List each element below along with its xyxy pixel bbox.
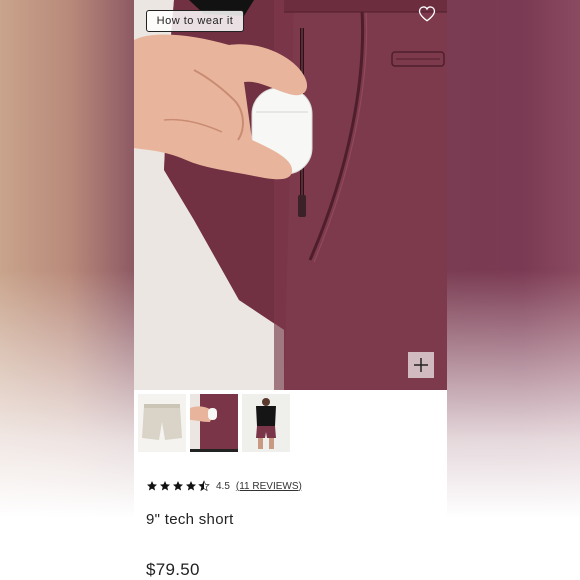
star-rating	[146, 480, 210, 492]
how-to-wear-button[interactable]: How to wear it	[146, 10, 244, 32]
zoom-button[interactable]	[408, 352, 434, 378]
thumbnail-pocket-detail[interactable]	[190, 394, 238, 452]
thumbnail-strip	[138, 394, 290, 456]
thumbnail-stone-short[interactable]	[138, 394, 186, 452]
thumbnail-model-back[interactable]	[242, 394, 290, 452]
star-icon	[173, 481, 183, 491]
rating-value: 4.5	[216, 480, 230, 492]
product-title: 9" tech short	[146, 511, 234, 528]
rating-row: 4.5 (11 REVIEWS)	[146, 480, 302, 492]
hero-illustration	[134, 0, 447, 390]
product-page: How to wear it 4.5 (11 REVIEWS) 9" tech …	[134, 0, 447, 580]
product-hero-image[interactable]: How to wear it	[134, 0, 447, 390]
how-to-wear-label: How to wear it	[156, 15, 234, 27]
star-icon	[186, 481, 196, 491]
heart-icon[interactable]	[417, 4, 437, 24]
reviews-link[interactable]: (11 REVIEWS)	[236, 481, 302, 492]
half-star-icon	[198, 480, 210, 492]
star-icon	[160, 481, 170, 491]
plus-icon	[414, 358, 428, 372]
product-price: $79.50	[146, 560, 200, 579]
star-icon	[147, 481, 157, 491]
